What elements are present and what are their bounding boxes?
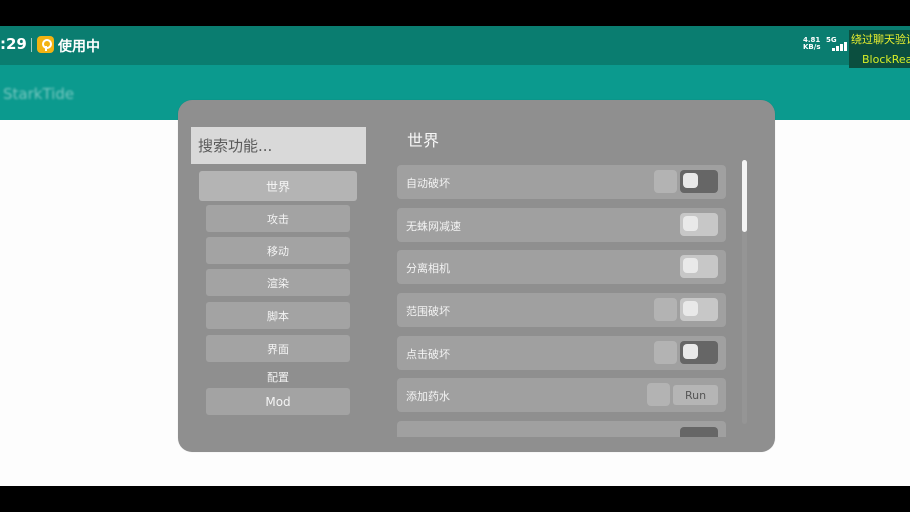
key-icon	[37, 36, 54, 53]
setting-row-click-break: 点击破坏	[397, 336, 726, 370]
setting-toggle[interactable]	[680, 255, 718, 278]
category-render[interactable]: 渲染	[206, 269, 350, 296]
setting-label: 添加药水	[406, 390, 450, 403]
setting-label: 点击破坏	[406, 348, 450, 361]
category-movement[interactable]: 移动	[206, 237, 350, 264]
setting-toggle[interactable]	[680, 341, 718, 364]
network-speed-unit: KB/s	[803, 43, 821, 51]
overlay-text-line-1: 绕过聊天验证	[851, 33, 910, 46]
config-label[interactable]: 配置	[267, 369, 289, 385]
setting-option-box[interactable]	[654, 298, 677, 321]
toggle-knob	[683, 216, 698, 231]
status-bar: :29 使用中 4.81 KB/s 5G	[0, 26, 910, 65]
setting-toggle[interactable]	[680, 298, 718, 321]
setting-toggle[interactable]	[680, 170, 718, 193]
app-title: StarkTide	[3, 85, 75, 103]
setting-label: 分离相机	[406, 262, 450, 275]
setting-toggle[interactable]	[680, 213, 718, 236]
setting-option-box[interactable]	[654, 170, 677, 193]
category-interface[interactable]: 界面	[206, 335, 350, 362]
status-separator	[31, 38, 32, 52]
toggle-knob	[683, 258, 698, 273]
setting-label: 范围破坏	[406, 305, 450, 318]
setting-label: 无蛛网减速	[406, 220, 461, 233]
setting-row-partial	[397, 421, 726, 437]
setting-row-detached-camera: 分离相机	[397, 250, 726, 284]
setting-row-range-break: 范围破坏	[397, 293, 726, 327]
status-time: :29	[0, 35, 27, 53]
toggle-knob	[683, 301, 698, 316]
scrollbar-thumb[interactable]	[742, 160, 747, 232]
setting-toggle[interactable]	[680, 427, 718, 437]
search-input[interactable]	[191, 127, 366, 164]
overlay-label: 绕过聊天验证 BlockRea	[849, 30, 910, 68]
network-speed: 4.81 KB/s	[803, 37, 820, 51]
section-title: 世界	[407, 131, 440, 150]
toggle-knob	[683, 344, 698, 359]
settings-scrollbar[interactable]	[742, 160, 747, 424]
usage-status: 使用中	[58, 39, 100, 55]
setting-row-auto-break: 自动破坏	[397, 165, 726, 199]
toggle-knob	[683, 173, 698, 188]
setting-option-box[interactable]	[654, 341, 677, 364]
setting-row-no-web-slowdown: 无蛛网减速	[397, 208, 726, 242]
signal-icon	[832, 40, 850, 51]
setting-label: 自动破坏	[406, 177, 450, 190]
overlay-text-line-2: BlockRea	[862, 53, 910, 66]
category-script[interactable]: 脚本	[206, 302, 350, 329]
bottom-black-bar	[0, 486, 910, 512]
mod-button[interactable]: Mod	[206, 388, 350, 415]
setting-option-box[interactable]	[647, 383, 670, 406]
setting-row-add-potion: 添加药水 Run	[397, 378, 726, 412]
device-screen: :29 使用中 4.81 KB/s 5G StarkTide 绕过聊天验证 Bl…	[0, 0, 910, 512]
category-world[interactable]: 世界	[199, 171, 357, 201]
category-attack[interactable]: 攻击	[206, 205, 350, 232]
run-button[interactable]: Run	[673, 385, 718, 405]
